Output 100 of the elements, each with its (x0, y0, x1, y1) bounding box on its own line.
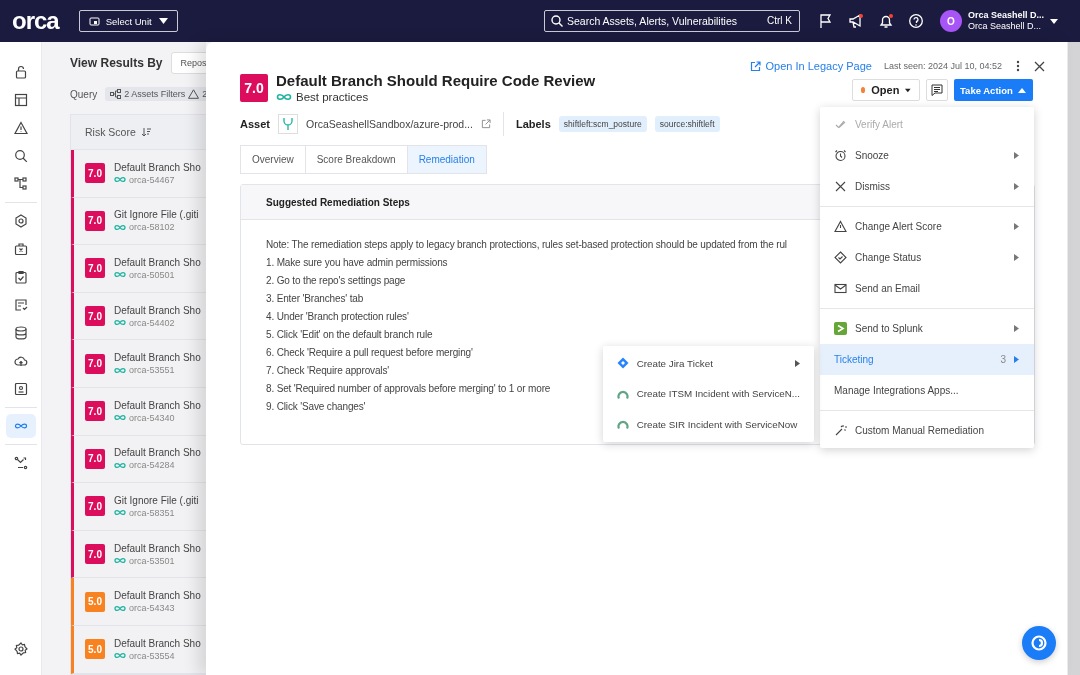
risk-score-badge: 7.0 (85, 544, 105, 565)
caret-icon (1018, 87, 1026, 93)
result-row[interactable]: 7.0 Default Branch Sho orca-53551 (71, 340, 206, 388)
caret-icon (1050, 18, 1059, 24)
risk-score-badge: 7.0 (85, 448, 105, 469)
status-icon (834, 251, 847, 264)
shortcut-hint: Ctrl K (767, 15, 792, 26)
graph-icon (110, 89, 122, 99)
warning-icon (188, 89, 200, 99)
remediation-step: 3. Enter 'Branches' tab (266, 290, 364, 308)
infinity-icon (114, 366, 126, 374)
infinity-icon (114, 461, 126, 469)
tab[interactable]: Remediation (406, 145, 487, 174)
infinity-icon[interactable] (5, 414, 36, 438)
risk-score-badge: 5.0 (85, 639, 105, 660)
risk-score-badge: 7.0 (85, 258, 105, 279)
close-icon[interactable] (1034, 60, 1045, 72)
menu-item[interactable]: Change Status (820, 242, 1034, 273)
mail-icon (834, 282, 847, 295)
alert-id: orca-54402 (129, 317, 175, 328)
menu-item[interactable]: Ticketing 3 (820, 344, 1034, 375)
menu-item[interactable]: Manage Integrations Apps... (820, 375, 1034, 406)
alert-title: Default Branch Sho (114, 161, 201, 173)
labels-label: Labels (515, 118, 551, 130)
count-label: 3 (1000, 354, 1006, 365)
menu-item[interactable]: Create ITSM Incident with ServiceN... (602, 378, 814, 410)
result-row[interactable]: 7.0 Default Branch Sho orca-54284 (71, 435, 206, 484)
result-row[interactable]: 7.0 Default Branch Sho orca-50501 (71, 245, 206, 293)
result-row[interactable]: 7.0 Git Ignore File (.giti orca-58102 (71, 197, 206, 246)
remediation-step: 4. Under 'Branch protection rules' (266, 308, 409, 326)
diamond-icon (616, 357, 629, 370)
result-row[interactable]: 7.0 Default Branch Sho orca-54340 (71, 387, 206, 436)
alert-id: orca-58351 (129, 507, 175, 518)
alert-id: orca-53554 (129, 650, 175, 661)
tab[interactable]: Score Breakdown (304, 145, 408, 174)
unit-icon (88, 16, 100, 26)
alert-title: Default Branch Sho (114, 352, 201, 364)
view-button[interactable]: Repos (171, 52, 206, 74)
take-action-button[interactable]: Take Action (954, 79, 1033, 101)
more-icon[interactable] (1016, 60, 1020, 72)
scrollbar[interactable] (1067, 42, 1080, 675)
result-row[interactable]: 7.0 Default Branch Sho orca-53501 (71, 530, 206, 579)
megaphone-icon[interactable] (846, 11, 866, 31)
alert-id: orca-58102 (129, 222, 175, 233)
alert-id: orca-54343 (129, 603, 175, 614)
alert-title: Default Branch Sho (114, 637, 201, 649)
sort-icon[interactable] (140, 127, 151, 137)
view-results-title: View Results By (70, 56, 163, 70)
column-header[interactable]: Risk Score (85, 126, 136, 138)
legacy-page-link[interactable]: Open In Legacy Page (750, 60, 872, 72)
alert-title: Default Branch Sho (114, 542, 201, 554)
risk-score-badge: 7.0 (85, 210, 105, 231)
risk-score-badge: 7.0 (85, 496, 105, 517)
result-row[interactable]: 7.0 Default Branch Sho orca-54467 (71, 150, 206, 198)
menu-item[interactable]: Dismiss (820, 171, 1034, 202)
logo[interactable]: orca (12, 9, 59, 33)
close-icon (834, 180, 847, 193)
result-row[interactable]: 7.0 Default Branch Sho orca-54402 (71, 292, 206, 341)
user-name: Orca Seashell D... (968, 10, 1045, 21)
label-tag: shiftleft:scm_posture (558, 116, 647, 132)
avatar: O (940, 10, 962, 32)
result-row[interactable]: 7.0 Git Ignore File (.giti orca-58351 (71, 483, 206, 531)
user-menu[interactable]: O Orca Seashell D... Orca Seashell D... (940, 10, 1068, 32)
infinity-icon (114, 271, 126, 279)
risk-score-badge: 7.0 (85, 306, 105, 327)
warning-icon (834, 220, 847, 233)
menu-item[interactable]: Change Alert Score (820, 211, 1034, 242)
card-title: Suggested Remediation Steps (266, 196, 410, 208)
menu-item[interactable]: Send an Email (820, 273, 1034, 304)
tab[interactable]: Overview (240, 145, 306, 174)
infinity-icon (114, 652, 126, 660)
menu-item[interactable]: Custom Manual Remediation (820, 415, 1034, 446)
unit-select[interactable]: Select Unit (78, 10, 178, 32)
result-row[interactable]: 5.0 Default Branch Sho orca-53554 (71, 625, 206, 674)
alert-id: orca-53551 (129, 365, 175, 376)
caret-icon (158, 18, 168, 24)
infinity-icon (114, 509, 126, 517)
help-icon[interactable] (906, 11, 926, 31)
comment-button[interactable] (926, 79, 948, 101)
menu-item[interactable]: Snooze (820, 140, 1034, 171)
infinity-icon (114, 604, 126, 612)
caret-icon (905, 87, 911, 93)
menu-item[interactable]: Create SIR Incident with ServiceNow (602, 409, 814, 440)
menu-item[interactable]: Send to Splunk (820, 313, 1034, 344)
alert-title: Default Branch Should Require Code Review (276, 72, 596, 89)
alarm-clock-icon (834, 149, 847, 162)
remediation-step: 1. Make sure you have admin permissions (266, 254, 448, 272)
remediation-step: 6. Check 'Require a pull request before merging' (266, 344, 473, 362)
external-link-icon[interactable] (480, 119, 491, 129)
result-row[interactable]: 5.0 Default Branch Sho orca-54343 (71, 578, 206, 626)
label-tag: source:shiftleft (654, 116, 720, 132)
comment-icon (931, 84, 943, 96)
last-seen-text: Last seen: 2024 Jul 10, 04:52 (883, 61, 1002, 71)
remediation-step: 9. Click 'Save changes' (266, 398, 366, 416)
risk-score-badge: 7.0 (85, 163, 105, 184)
alert-title: Git Ignore File (.giti (114, 209, 199, 221)
filter-chip[interactable]: 2 Assets Filters 2 (105, 87, 206, 101)
status-dropdown[interactable]: Open (852, 79, 920, 101)
asset-link[interactable]: OrcaSeashellSandbox/azure-prod... (305, 118, 473, 130)
menu-item[interactable]: Create Jira Ticket (602, 348, 814, 379)
